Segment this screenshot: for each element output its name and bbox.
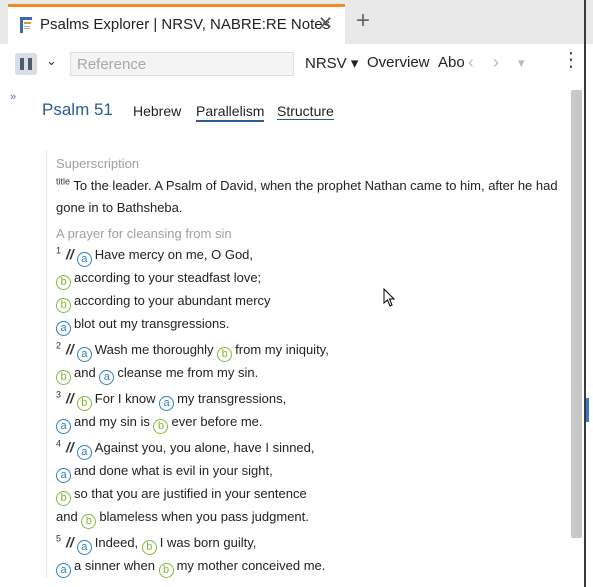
line-marker-b-icon: b xyxy=(56,370,71,385)
verse-line: 1 //a Have mercy on me, O God, xyxy=(56,243,576,267)
verse-text: Wash me thoroughly xyxy=(94,342,218,357)
more-tabs-dropdown-icon[interactable]: ▾ xyxy=(518,55,525,71)
section-heading: A prayer for cleansing from sin xyxy=(56,226,232,241)
line-marker-b-icon: b xyxy=(76,396,92,411)
line-marker-a-icon: a xyxy=(56,468,71,483)
verse-line: a and my sin is b ever before me. xyxy=(56,411,576,434)
verse-line: 5 //a Indeed, bI was born guilty, xyxy=(56,531,576,555)
line-marker-a-icon: a xyxy=(159,396,175,411)
toolbar: ⌄ NRSV ▾ Overview Abo ‹ › ▾ ⋮ xyxy=(0,44,593,84)
verse-text: a sinner when xyxy=(74,558,159,573)
line-marker-b-icon: b xyxy=(153,419,169,434)
verse-number: 2 xyxy=(56,340,62,351)
line-marker-a-icon: a xyxy=(76,347,92,362)
superscription-body: To the leader. A Psalm of David, when th… xyxy=(56,178,558,215)
parallelism-icon: // xyxy=(66,534,74,550)
verse-text: according to your abundant mercy xyxy=(74,293,271,308)
verse-text: my transgressions, xyxy=(177,391,287,406)
line-marker-a-icon: a xyxy=(99,370,115,385)
page-title: Psalm 51 xyxy=(42,100,113,119)
tab-structure[interactable]: Structure xyxy=(277,103,334,120)
verse-number: 3 xyxy=(56,389,62,400)
verse-text: ever before me. xyxy=(171,414,263,429)
superscription-text: title To the leader. A Psalm of David, w… xyxy=(56,175,576,219)
tab-psalms-explorer[interactable]: Psalms Explorer | NRSV, NABRE:RE Notes ✕ xyxy=(8,4,345,44)
verse-text: and my sin is xyxy=(74,414,154,429)
line-marker-a-icon: a xyxy=(56,563,71,578)
line-marker-b-icon: b xyxy=(217,347,233,362)
verse-line: and b blameless when you pass judgment. xyxy=(56,506,576,529)
verse-list: 1//a Have mercy on me, O God, b according t… xyxy=(56,243,576,578)
verse-text: according to your steadfast love; xyxy=(74,270,262,285)
line-marker-a-icon: a xyxy=(76,445,92,460)
verse-text: and xyxy=(56,509,82,524)
title-label: title xyxy=(56,176,71,187)
verse-line: 2 //a Wash me thoroughly b from my iniquity… xyxy=(56,338,576,362)
parallelism-icon: // xyxy=(66,246,74,262)
line-marker-b-icon: b xyxy=(81,514,97,529)
verse-number: 1 xyxy=(56,245,62,256)
scrollbar[interactable] xyxy=(571,90,582,538)
verse-text: Indeed, xyxy=(94,535,142,550)
parallelism-icon: // xyxy=(66,390,74,406)
close-icon[interactable]: ✕ xyxy=(318,13,333,33)
verse-line: a and done what is evil in your sight, xyxy=(56,460,576,483)
line-marker-b-icon: b xyxy=(56,298,71,313)
line-marker-a-icon: a xyxy=(76,540,92,555)
verse-text: I was born guilty, xyxy=(159,535,257,550)
superscription-heading: Superscription xyxy=(56,156,140,171)
panel-toggle-icon[interactable] xyxy=(15,53,37,75)
line-marker-b-icon: b xyxy=(141,540,157,555)
parallelism-icon: // xyxy=(66,439,74,455)
verse-text: blameless when you pass judgment. xyxy=(99,509,309,524)
verse-line: a blot out my transgressions. xyxy=(56,313,576,336)
verse-text: and xyxy=(74,365,100,380)
scroll-left-icon[interactable]: ‹ xyxy=(468,52,474,73)
psalms-explorer-icon xyxy=(20,17,32,33)
verse-line: aa sinner when b my mother conceived me. xyxy=(56,555,576,578)
verse-number: 4 xyxy=(56,438,62,449)
verse-number: 5 xyxy=(56,533,62,544)
chevron-down-icon[interactable]: ⌄ xyxy=(46,53,57,69)
window-edge xyxy=(584,0,586,587)
line-marker-a-icon: a xyxy=(56,419,71,434)
verse-text: cleanse me from my sin. xyxy=(117,365,259,380)
verse-text: and done what is evil in your sight, xyxy=(74,463,273,478)
verse-text: my mother conceived me. xyxy=(176,558,326,573)
parallelism-icon: // xyxy=(66,341,74,357)
verse-text: Against you, you alone, have I sinned, xyxy=(94,440,315,455)
expand-sidebar-icon[interactable]: » xyxy=(10,91,16,103)
tab-overview[interactable]: Overview xyxy=(367,54,430,71)
line-marker-a-icon: a xyxy=(76,252,92,267)
line-marker-b-icon: b xyxy=(56,491,71,506)
line-marker-b-icon: b xyxy=(56,275,71,290)
version-dropdown[interactable]: NRSV ▾ xyxy=(305,54,358,72)
tab-about[interactable]: Abo xyxy=(438,54,468,71)
tab-bar: Psalms Explorer | NRSV, NABRE:RE Notes ✕… xyxy=(0,0,593,44)
new-tab-button[interactable]: + xyxy=(356,9,370,33)
line-marker-a-icon: a xyxy=(56,321,71,336)
tab-title: Psalms Explorer | NRSV, NABRE:RE Notes xyxy=(40,16,331,33)
verse-text: from my iniquity, xyxy=(235,342,329,357)
psalm-content: Superscription title To the leader. A Ps… xyxy=(46,150,576,578)
tab-parallelism[interactable]: Parallelism xyxy=(196,103,265,122)
line-marker-b-icon: b xyxy=(158,563,174,578)
menu-icon[interactable]: ⋮ xyxy=(561,50,581,70)
verse-line: b so that you are justified in your sente… xyxy=(56,483,576,506)
tab-hebrew[interactable]: Hebrew xyxy=(133,103,181,119)
verse-text: blot out my transgressions. xyxy=(74,316,230,331)
verse-line: 4 //a Against you, you alone, have I sinne… xyxy=(56,436,576,460)
verse-line: b and a cleanse me from my sin. xyxy=(56,362,576,385)
verse-line: b according to your abundant mercy xyxy=(56,290,576,313)
verse-text: so that you are justified in your senten… xyxy=(74,486,307,501)
scroll-right-icon[interactable]: › xyxy=(493,52,499,73)
verse-line: 3 //b For I know a my transgressions, xyxy=(56,387,576,411)
reference-input[interactable] xyxy=(70,52,294,76)
verse-text: Have mercy on me, O God, xyxy=(94,247,254,262)
verse-text: For I know xyxy=(94,391,160,406)
window-edge-accent xyxy=(586,398,589,422)
mouse-cursor-icon xyxy=(383,288,396,307)
verse-line: b according to your steadfast love; xyxy=(56,267,576,290)
